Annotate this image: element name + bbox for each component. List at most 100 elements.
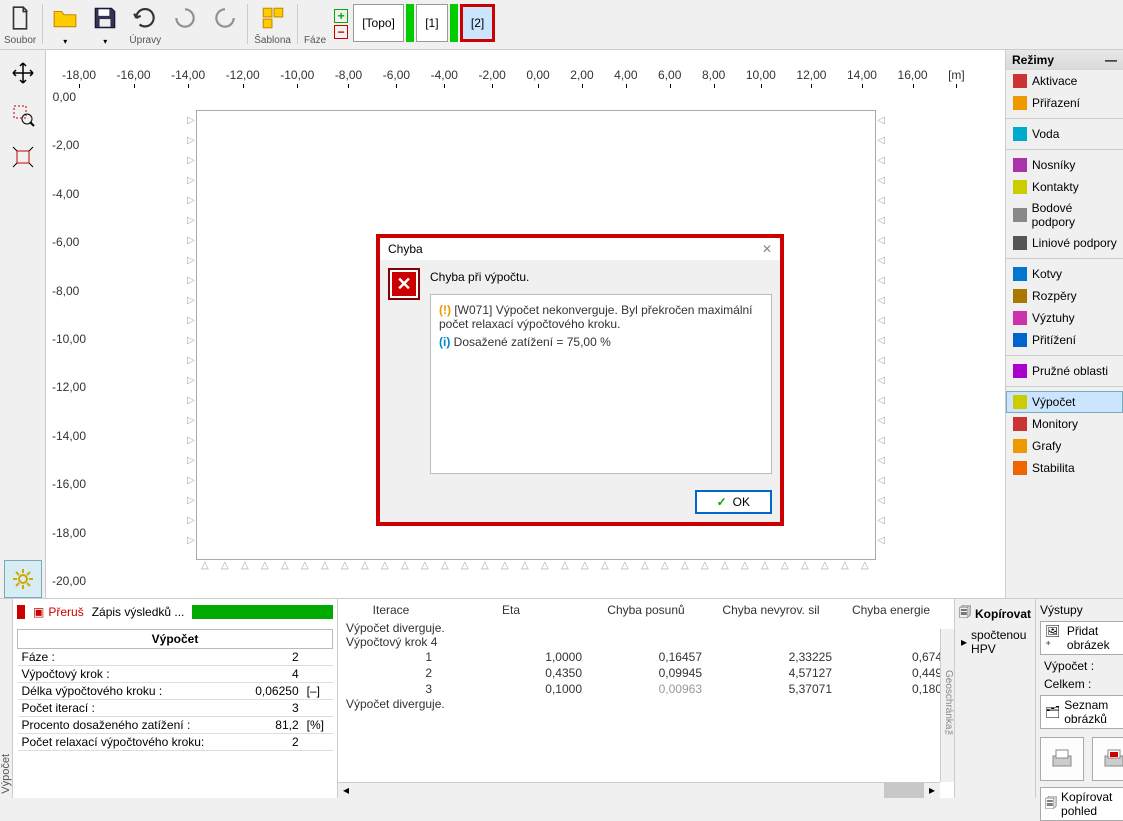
calc-row: Počet iterací :3: [18, 700, 333, 717]
template-icon[interactable]: [257, 2, 289, 34]
stop-indicator-icon: [17, 605, 25, 619]
calc-row: Fáze :2: [18, 649, 333, 666]
phase-status-1: [406, 4, 414, 42]
mode-icon: [1012, 310, 1028, 326]
modes-title: Režimy: [1012, 53, 1054, 67]
phase-tab-2[interactable]: [2]: [460, 4, 495, 42]
phase-tab-topo[interactable]: [Topo]: [353, 4, 404, 42]
iter-row: 30,10000,009635,370710,180: [346, 681, 946, 697]
left-toolbox: [0, 50, 46, 598]
error-icon: ✕: [388, 268, 420, 300]
save-icon[interactable]: [89, 2, 121, 34]
clipboard-label: Geoschránka™: [940, 629, 954, 782]
horizontal-ruler: -18,00-16,00-14,00-12,00-10,00-8,00-6,00…: [46, 68, 1005, 88]
add-image-icon: 🖼⁺: [1045, 624, 1063, 652]
menu-faze: Fáze: [304, 35, 326, 46]
check-icon: ✓: [717, 495, 727, 509]
dialog-heading: Chyba při výpočtu.: [430, 268, 772, 288]
status-text: Zápis výsledků ...: [92, 605, 185, 619]
calc-row: Procento dosaženého zatížení :81,2[%]: [18, 717, 333, 734]
mode-icon: [1012, 363, 1028, 379]
mode-item-výpočet[interactable]: Výpočet: [1006, 391, 1123, 413]
remove-phase-button[interactable]: −: [334, 25, 348, 39]
mode-icon: [1012, 179, 1028, 195]
interrupt-button[interactable]: ▣ Přeruš: [33, 605, 84, 619]
iter-row: 11,00000,164572,332250,674: [346, 649, 946, 665]
mode-icon: [1012, 460, 1028, 476]
menu-upravy[interactable]: Úpravy: [129, 35, 161, 46]
mode-item-výztuhy[interactable]: Výztuhy: [1006, 307, 1123, 329]
dialog-ok-button[interactable]: ✓OK: [695, 490, 772, 514]
mode-icon: [1012, 394, 1028, 410]
copy-hpv-button[interactable]: ▸ spočtenou HPV: [959, 624, 1031, 660]
mode-icon: [1012, 438, 1028, 454]
outputs-panel: Výstupy 🖼⁺Přidat obrázek Výpočet :4 Celk…: [1035, 599, 1123, 798]
error-dialog: Chyba✕ ✕ Chyba při výpočtu. (!) [W071] V…: [376, 234, 784, 526]
mode-icon: [1012, 288, 1028, 304]
menu-soubor[interactable]: Soubor: [4, 35, 36, 46]
mode-icon: [1012, 73, 1028, 89]
mode-icon: [1012, 416, 1028, 432]
new-file-icon[interactable]: [4, 2, 36, 34]
mode-item-přiřazení[interactable]: Přiřazení: [1006, 92, 1123, 114]
mode-item-kotvy[interactable]: Kotvy: [1006, 263, 1123, 285]
mode-icon: [1012, 207, 1028, 223]
mode-item-stabilita[interactable]: Stabilita: [1006, 457, 1123, 479]
mode-icon: [1012, 95, 1028, 111]
redo-step-icon[interactable]: [209, 2, 241, 34]
dialog-close-icon[interactable]: ✕: [762, 242, 772, 256]
copy-view-button[interactable]: 🗐Kopírovat pohled: [1040, 787, 1123, 821]
mode-item-voda[interactable]: Voda: [1006, 123, 1123, 145]
calc-table-title: Výpočet: [18, 630, 333, 649]
horizontal-scrollbar[interactable]: ◂▸: [338, 782, 940, 798]
undo-icon[interactable]: [129, 2, 161, 34]
calc-row: Výpočtový krok :4: [18, 666, 333, 683]
mode-item-grafy[interactable]: Grafy: [1006, 435, 1123, 457]
iter-row: 20,43500,099454,571270,449: [346, 665, 946, 681]
progress-bar: [192, 605, 333, 619]
calc-summary-panel: ▣ Přeruš Zápis výsledků ... Výpočet Fáze…: [13, 599, 338, 798]
print-button-1[interactable]: [1040, 737, 1084, 781]
calc-row: Počet relaxací výpočtového kroku:2: [18, 734, 333, 751]
print-button-2[interactable]: [1092, 737, 1123, 781]
phase-tab-1[interactable]: [1]: [416, 4, 448, 42]
mode-item-nosníky[interactable]: Nosníky: [1006, 154, 1123, 176]
mode-item-rozpěry[interactable]: Rozpěry: [1006, 285, 1123, 307]
mode-item-kontakty[interactable]: Kontakty: [1006, 176, 1123, 198]
mode-item-monitory[interactable]: Monitory: [1006, 413, 1123, 435]
list-icon: 🗂: [1045, 705, 1060, 719]
mode-icon: [1012, 235, 1028, 251]
mode-icon: [1012, 157, 1028, 173]
add-image-button[interactable]: 🖼⁺Přidat obrázek: [1040, 621, 1123, 655]
mode-icon: [1012, 126, 1028, 142]
calc-row: Délka výpočtového kroku :0,06250[‒]: [18, 683, 333, 700]
zoom-tool-icon[interactable]: [4, 96, 42, 134]
menu-sablona[interactable]: Šablona: [254, 35, 291, 46]
info-icon: (i): [439, 335, 450, 349]
move-tool-icon[interactable]: [4, 54, 42, 92]
phase-status-2: [450, 4, 458, 42]
copy-icon: 🗐: [959, 603, 971, 624]
main-toolbar: Soubor ▾ ▾ Úpravy Šablona Fáze + − [Topo…: [0, 0, 1123, 50]
mode-item-bodové-podpory[interactable]: Bodové podpory: [1006, 198, 1123, 232]
dialog-message-box: (!) [W071] Výpočet nekonverguje. Byl pře…: [430, 294, 772, 474]
open-file-icon[interactable]: [49, 2, 81, 34]
fit-tool-icon[interactable]: [4, 138, 42, 176]
vertical-ruler: 0,00-2,00-4,00-6,00-8,00-10,00-12,00-14,…: [52, 90, 82, 588]
iteration-panel: IteraceEtaChyba posunůChyba nevyrov. sil…: [338, 599, 954, 798]
add-phase-button[interactable]: +: [334, 9, 348, 23]
copy-panel: 🗐Kopírovat ▸ spočtenou HPV: [954, 599, 1035, 798]
mode-item-liniové-podpory[interactable]: Liniové podpory: [1006, 232, 1123, 254]
modes-panel: Režimy — AktivacePřiřazení Voda NosníkyKont…: [1005, 50, 1123, 598]
image-list-button[interactable]: 🗂Seznam obrázků: [1040, 695, 1123, 729]
mode-item-aktivace[interactable]: Aktivace: [1006, 70, 1123, 92]
bottom-tab-label[interactable]: Výpočet: [0, 750, 12, 798]
settings-tool-icon[interactable]: [4, 560, 42, 598]
mode-item-pružné-oblasti[interactable]: Pružné oblasti: [1006, 360, 1123, 382]
warning-icon: (!): [439, 303, 451, 317]
mode-item-přitížení[interactable]: Přitížení: [1006, 329, 1123, 351]
minimize-icon[interactable]: —: [1105, 53, 1117, 67]
outputs-title: Výstupy: [1040, 603, 1123, 619]
mode-icon: [1012, 266, 1028, 282]
undo-step-icon[interactable]: [169, 2, 201, 34]
